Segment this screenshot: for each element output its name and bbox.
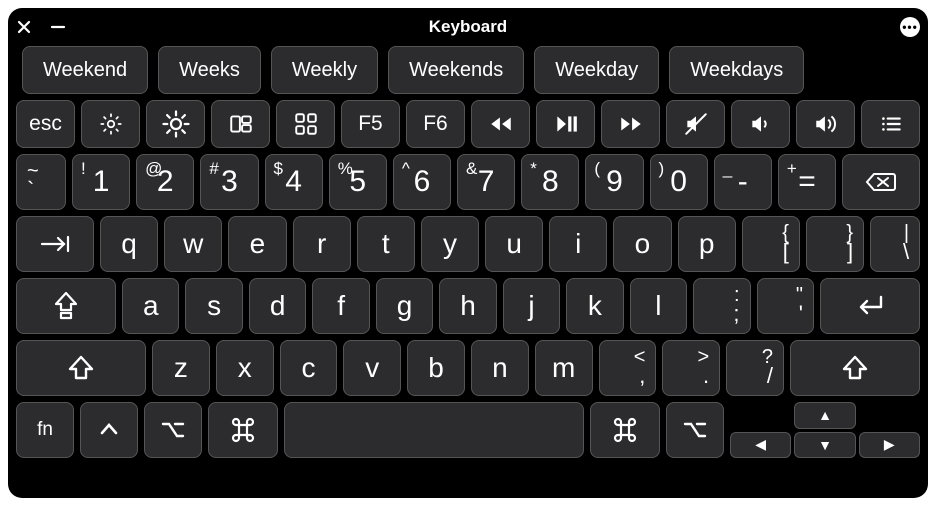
close-icon[interactable] <box>16 19 32 35</box>
f6-key[interactable]: F6 <box>406 100 465 148</box>
backspace-key[interactable] <box>842 154 920 210</box>
bracket-right-key[interactable]: }] <box>806 216 864 272</box>
key-n[interactable]: n <box>471 340 529 396</box>
caps-lock-key[interactable] <box>16 278 116 334</box>
key-d[interactable]: d <box>249 278 306 334</box>
number-row: ~` !1 @2 #3 $4 %5 ^6 &7 *8 (9 )0 _- += <box>16 154 920 210</box>
mute-icon[interactable] <box>666 100 725 148</box>
option-right-key[interactable] <box>666 402 724 458</box>
key-p[interactable]: p <box>678 216 736 272</box>
key-v[interactable]: v <box>343 340 401 396</box>
bottom-letter-row: z x c v b n m <, >. ?/ <box>16 340 920 396</box>
command-right-key[interactable] <box>590 402 660 458</box>
key-l[interactable]: l <box>630 278 687 334</box>
function-row: esc F5 F6 <box>16 100 920 148</box>
suggestion[interactable]: Weekend <box>22 46 148 94</box>
key-g[interactable]: g <box>376 278 433 334</box>
minus-key[interactable]: _- <box>714 154 772 210</box>
list-icon[interactable] <box>861 100 920 148</box>
equals-key[interactable]: += <box>778 154 836 210</box>
semicolon-key[interactable]: :; <box>693 278 750 334</box>
key-3[interactable]: #3 <box>200 154 258 210</box>
esc-key[interactable]: esc <box>16 100 75 148</box>
shift-right-key[interactable] <box>790 340 920 396</box>
play-pause-icon[interactable] <box>536 100 595 148</box>
arrow-down-key[interactable]: ▼ <box>794 432 855 459</box>
key-7[interactable]: &7 <box>457 154 515 210</box>
volume-up-icon[interactable] <box>796 100 855 148</box>
key-2[interactable]: @2 <box>136 154 194 210</box>
more-options-icon[interactable]: ••• <box>900 17 920 37</box>
suggestion[interactable]: Weekday <box>534 46 659 94</box>
fn-key[interactable]: fn <box>16 402 74 458</box>
launchpad-icon[interactable] <box>276 100 335 148</box>
key-w[interactable]: w <box>164 216 222 272</box>
key-1[interactable]: !1 <box>72 154 130 210</box>
key-j[interactable]: j <box>503 278 560 334</box>
key-9[interactable]: (9 <box>585 154 643 210</box>
quote-key[interactable]: "' <box>757 278 814 334</box>
key-0[interactable]: )0 <box>650 154 708 210</box>
arrow-left-key[interactable]: ◀ <box>730 432 791 459</box>
option-left-key[interactable] <box>144 402 202 458</box>
key-f[interactable]: f <box>312 278 369 334</box>
fast-forward-icon[interactable] <box>601 100 660 148</box>
key-4[interactable]: $4 <box>265 154 323 210</box>
control-key[interactable] <box>80 402 138 458</box>
key-z[interactable]: z <box>152 340 210 396</box>
titlebar: Keyboard ••• <box>16 14 920 40</box>
arrow-up-key[interactable]: ▲ <box>794 402 855 429</box>
suggestion[interactable]: Weekends <box>388 46 524 94</box>
key-h[interactable]: h <box>439 278 496 334</box>
tab-key[interactable] <box>16 216 94 272</box>
window-title: Keyboard <box>16 17 920 37</box>
backslash-key[interactable]: |\ <box>870 216 920 272</box>
key-c[interactable]: c <box>280 340 338 396</box>
mission-control-icon[interactable] <box>211 100 270 148</box>
key-b[interactable]: b <box>407 340 465 396</box>
key-a[interactable]: a <box>122 278 179 334</box>
key-y[interactable]: y <box>421 216 479 272</box>
key-k[interactable]: k <box>566 278 623 334</box>
key-x[interactable]: x <box>216 340 274 396</box>
key-i[interactable]: i <box>549 216 607 272</box>
suggestion[interactable]: Weekly <box>271 46 378 94</box>
shift-left-key[interactable] <box>16 340 146 396</box>
key-5[interactable]: %5 <box>329 154 387 210</box>
slash-key[interactable]: ?/ <box>726 340 784 396</box>
key-q[interactable]: q <box>100 216 158 272</box>
key-o[interactable]: o <box>613 216 671 272</box>
keyboard-window: Keyboard ••• Weekend Weeks Weekly Weeken… <box>8 8 928 498</box>
comma-key[interactable]: <, <box>599 340 657 396</box>
volume-down-icon[interactable] <box>731 100 790 148</box>
key-r[interactable]: r <box>293 216 351 272</box>
key-e[interactable]: e <box>228 216 286 272</box>
suggestions-row: Weekend Weeks Weekly Weekends Weekday We… <box>16 46 920 94</box>
rewind-icon[interactable] <box>471 100 530 148</box>
key-t[interactable]: t <box>357 216 415 272</box>
key-s[interactable]: s <box>185 278 242 334</box>
suggestion[interactable]: Weekdays <box>669 46 804 94</box>
qwerty-row: q w e r t y u i o p {[ }] |\ <box>16 216 920 272</box>
home-row: a s d f g h j k l :; "' <box>16 278 920 334</box>
brightness-down-icon[interactable] <box>81 100 140 148</box>
key-u[interactable]: u <box>485 216 543 272</box>
modifier-row: fn ▲ ◀ ▼ ▶ <box>16 402 920 458</box>
key-m[interactable]: m <box>535 340 593 396</box>
arrow-right-key[interactable]: ▶ <box>859 432 920 459</box>
period-key[interactable]: >. <box>662 340 720 396</box>
return-key[interactable] <box>820 278 920 334</box>
arrow-cluster: ▲ ◀ ▼ ▶ <box>730 402 920 458</box>
command-left-key[interactable] <box>208 402 278 458</box>
brightness-up-icon[interactable] <box>146 100 205 148</box>
key-8[interactable]: *8 <box>521 154 579 210</box>
f5-key[interactable]: F5 <box>341 100 400 148</box>
spacebar-key[interactable] <box>284 402 584 458</box>
suggestion[interactable]: Weeks <box>158 46 261 94</box>
key-6[interactable]: ^6 <box>393 154 451 210</box>
bracket-left-key[interactable]: {[ <box>742 216 800 272</box>
backtick-key[interactable]: ~` <box>16 154 66 210</box>
minimize-icon[interactable] <box>50 19 66 35</box>
